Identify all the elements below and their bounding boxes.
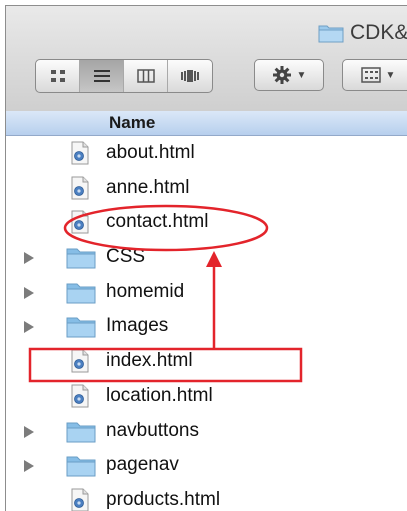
view-mode-segmented-control[interactable]: [35, 59, 213, 93]
folder-row[interactable]: homemid: [6, 275, 407, 310]
list-view-button[interactable]: [80, 60, 124, 92]
disclosure-triangle-icon[interactable]: [24, 321, 34, 334]
icon-view-icon: [50, 70, 65, 82]
item-name: homemid: [106, 280, 185, 302]
html-file-icon: [71, 384, 89, 408]
coverflow-view-icon: [181, 70, 199, 82]
item-name: Images: [106, 315, 169, 337]
item-name: location.html: [106, 384, 213, 406]
html-file-icon: [71, 141, 89, 165]
folder-row[interactable]: Images: [6, 309, 407, 344]
column-view-icon: [136, 69, 155, 83]
disclosure-triangle-icon[interactable]: [24, 286, 34, 299]
folder-icon: [318, 25, 344, 43]
item-name: contact.html: [106, 211, 209, 233]
gear-icon: [272, 66, 291, 84]
file-row[interactable]: anne.html: [6, 171, 407, 206]
item-name: about.html: [106, 142, 195, 163]
disclosure-triangle-icon[interactable]: [24, 252, 34, 265]
dropdown-arrow-icon: ▼: [296, 69, 307, 81]
folder-icon: [66, 248, 96, 269]
disclosure-triangle-icon[interactable]: [24, 425, 34, 438]
arrange-grid-icon: [360, 67, 381, 83]
folder-icon: [66, 456, 96, 477]
finder-window: CDK& ▼ ▼ Name about.html anne.html conta…: [5, 5, 407, 511]
icon-view-button[interactable]: [36, 60, 80, 92]
html-file-icon: [71, 349, 89, 373]
file-row[interactable]: about.html: [6, 136, 407, 171]
html-file-icon: [71, 488, 89, 511]
folder-icon: [66, 317, 96, 338]
action-menu-button[interactable]: ▼: [254, 59, 324, 91]
window-title-text: CDK&: [350, 21, 407, 44]
item-name: pagenav: [106, 454, 179, 476]
folder-icon: [66, 422, 96, 442]
toolbar: CDK& ▼ ▼: [6, 6, 407, 112]
folder-row[interactable]: CSS: [6, 240, 407, 275]
list-view-icon: [93, 70, 110, 82]
disclosure-triangle-icon[interactable]: [24, 460, 34, 473]
item-name: anne.html: [106, 176, 190, 198]
coverflow-view-button[interactable]: [168, 60, 212, 92]
name-column-header[interactable]: Name: [6, 111, 407, 136]
file-row[interactable]: index.html: [6, 344, 407, 379]
name-column-label: Name: [109, 113, 156, 132]
file-list: about.html anne.html contact.html CSS homemi…: [6, 136, 407, 511]
file-row[interactable]: location.html: [6, 379, 407, 414]
dropdown-arrow-icon: ▼: [385, 69, 396, 81]
item-name: index.html: [106, 350, 193, 372]
arrange-menu-button[interactable]: ▼: [342, 59, 407, 91]
folder-row[interactable]: pagenav: [6, 448, 407, 483]
html-file-icon: [71, 210, 89, 234]
item-name: products.html: [106, 488, 221, 510]
window-title: CDK&: [318, 20, 407, 46]
file-row[interactable]: products.html: [6, 483, 407, 511]
column-view-button[interactable]: [124, 60, 168, 92]
folder-icon: [66, 283, 96, 304]
folder-row[interactable]: navbuttons: [6, 414, 407, 449]
item-name: CSS: [106, 246, 146, 268]
file-row[interactable]: contact.html: [6, 205, 407, 240]
html-file-icon: [71, 176, 89, 200]
item-name: navbuttons: [106, 419, 199, 441]
